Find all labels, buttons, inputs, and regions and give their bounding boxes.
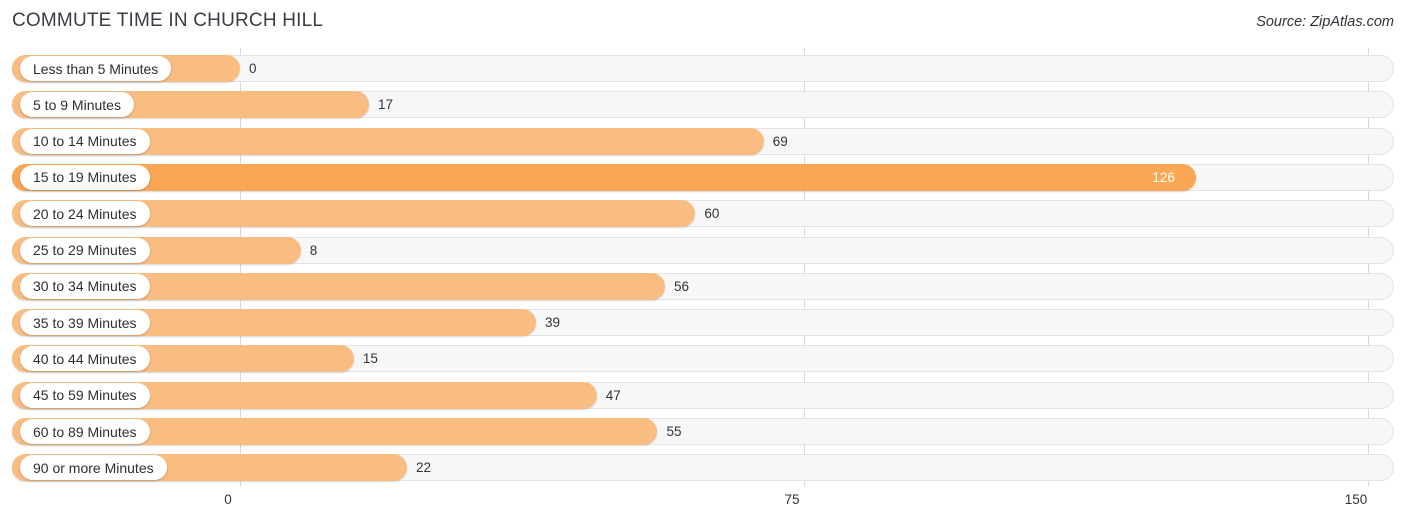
x-axis-tick-label: 75: [784, 492, 800, 507]
bar-row[interactable]: 40 to 44 Minutes 15: [12, 345, 1394, 373]
bar-value-label: 17: [378, 97, 394, 113]
bar-row[interactable]: 5 to 9 Minutes 17: [12, 91, 1394, 119]
bar-rows: Less than 5 Minutes 0 5 to 9 Minutes 17 10 t…: [0, 48, 1406, 486]
category-label: 35 to 39 Minutes: [20, 310, 150, 336]
page-title: COMMUTE TIME IN CHURCH HILL: [12, 10, 324, 31]
bar-value-label: 0: [249, 61, 257, 76]
category-label: 5 to 9 Minutes: [20, 92, 134, 118]
bar-value-label: 15: [362, 351, 378, 367]
category-label: 30 to 34 Minutes: [20, 273, 150, 299]
category-label: 90 or more Minutes: [20, 455, 167, 481]
category-label: 10 to 14 Minutes: [20, 128, 150, 154]
bar-row[interactable]: 35 to 39 Minutes 39: [12, 309, 1394, 337]
bar-value-label: 69: [772, 133, 788, 149]
bar-value-label: 56: [674, 278, 690, 294]
source-attribution: Source: ZipAtlas.com: [1256, 14, 1394, 30]
bar-value-label: 8: [309, 242, 318, 258]
category-label: 60 to 89 Minutes: [20, 419, 150, 444]
x-axis-tick-label: 0: [224, 492, 232, 507]
category-label: Less than 5 Minutes: [20, 56, 172, 81]
bar-row[interactable]: 10 to 14 Minutes 69: [12, 127, 1394, 155]
bar-value-label: 47: [605, 387, 621, 403]
bar-row[interactable]: Less than 5 Minutes 0: [12, 55, 1394, 82]
bar-value-label: 60: [704, 206, 720, 222]
bar-row[interactable]: 45 to 59 Minutes 47: [12, 381, 1394, 409]
bar-value-label: 22: [415, 460, 431, 476]
category-label: 25 to 29 Minutes: [20, 237, 150, 263]
bar-value-label: 39: [545, 315, 561, 331]
bar-row[interactable]: 90 or more Minutes 22: [12, 454, 1394, 482]
category-label: 45 to 59 Minutes: [20, 382, 150, 408]
bar-row[interactable]: 20 to 24 Minutes 60: [12, 200, 1394, 228]
bar-row[interactable]: 25 to 29 Minutes 8: [12, 236, 1394, 264]
plot-area: Less than 5 Minutes 0 5 to 9 Minutes 17 10 t…: [0, 48, 1406, 486]
x-axis-tick-label: 150: [1344, 492, 1368, 507]
category-label: 20 to 24 Minutes: [20, 201, 150, 227]
x-axis: 0 75 150: [0, 486, 1406, 524]
category-label: 40 to 44 Minutes: [20, 346, 150, 372]
bar[interactable]: [12, 163, 1197, 191]
category-label: 15 to 19 Minutes: [20, 164, 150, 190]
bar-row[interactable]: 60 to 89 Minutes 55: [12, 418, 1394, 445]
bar-row[interactable]: 15 to 19 Minutes 126: [12, 163, 1394, 191]
bar-row[interactable]: 30 to 34 Minutes 56: [12, 272, 1394, 300]
bar-value-label: 126: [1152, 169, 1175, 185]
chart-container: COMMUTE TIME IN CHURCH HILL Source: ZipA…: [0, 0, 1406, 524]
bar-value-label: 55: [666, 424, 682, 439]
